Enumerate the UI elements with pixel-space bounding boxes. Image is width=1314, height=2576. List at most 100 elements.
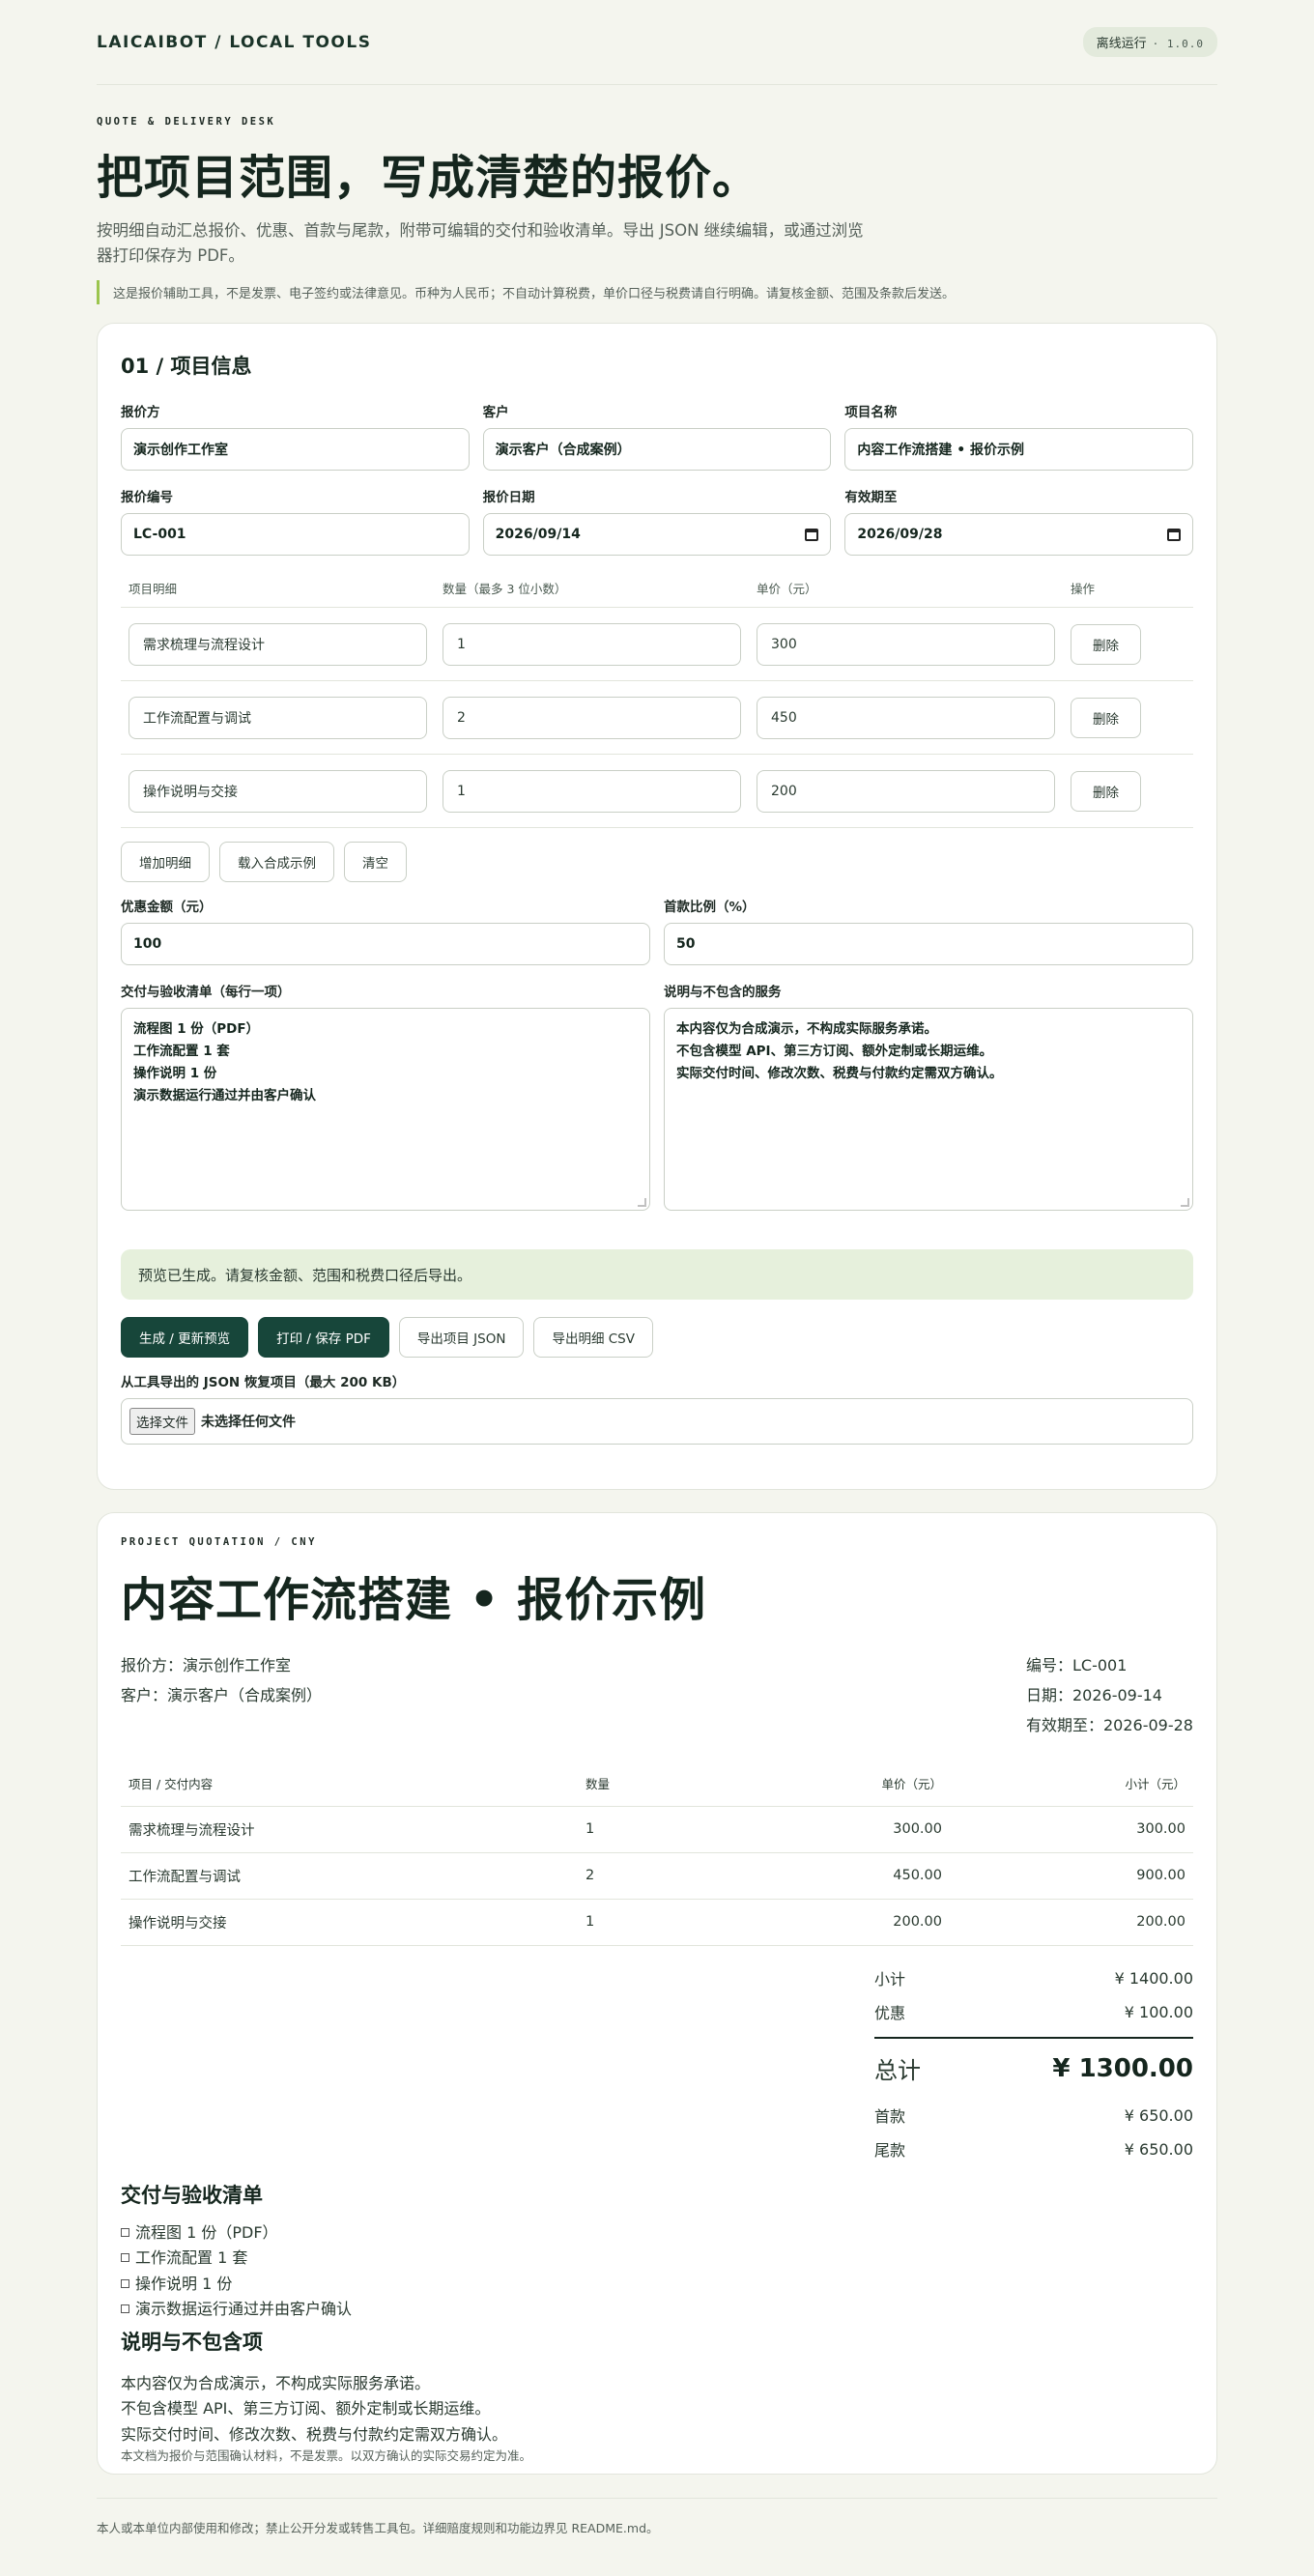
valid-value: 2026/09/28: [857, 527, 943, 542]
footer: 本人或本单位内部使用和修改；禁止公开分发或转售工具包。详细赔度规则和功能边界见 …: [97, 2498, 1217, 2536]
export-json-button[interactable]: 导出项目 JSON: [398, 1317, 525, 1358]
cell-price: 450.00: [771, 1852, 950, 1900]
add-item-button[interactable]: 增加明细: [121, 842, 210, 882]
project-input[interactable]: 内容工作流搭建 • 报价示例: [844, 428, 1193, 471]
list-item-text: 演示数据运行通过并由客户确认: [135, 2300, 353, 2318]
th-sub: 小计（元）: [950, 1761, 1193, 1807]
valid-input[interactable]: 2026/09/28: [844, 513, 1193, 556]
item-name-input[interactable]: 操作说明与交接: [129, 769, 427, 813]
clear-button[interactable]: 清空: [344, 842, 407, 882]
table-row: 需求梳理与流程设计 1 300.00 300.00: [121, 1806, 1193, 1853]
status-message: 预览已生成。请复核金额、范围和税费口径后导出。: [121, 1249, 1193, 1300]
discount-line: 优惠 ¥ 100.00: [874, 1995, 1193, 2029]
preview-date: 日期：2026-09-14: [1026, 1686, 1162, 1704]
checkbox-icon: [121, 2304, 129, 2313]
cell-qty: 1: [578, 1806, 771, 1853]
date-value: 2026/09/14: [495, 527, 581, 542]
deliverable-line: 工作流配置 1 套: [133, 1044, 230, 1059]
exclusions-textarea[interactable]: 本内容仅为合成演示，不构成实际服务承诺。 不包含模型 API、第三方订阅、额外定…: [664, 1008, 1193, 1211]
project-value: 内容工作流搭建 • 报价示例: [857, 443, 1025, 458]
item-row: 操作说明与交接 1 200 删除: [121, 755, 1193, 828]
client-label: 客户: [482, 405, 509, 420]
page-title: 把项目范围，写成清楚的报价。: [97, 151, 760, 205]
totals-block: 小计 ¥ 1400.00 优惠 ¥ 100.00 总计 ¥ 1300.00 首款 ¥ 6…: [874, 1961, 1193, 2166]
cell-qty: 1: [578, 1899, 771, 1946]
deliverable-line: 流程图 1 份（PDF）: [133, 1021, 260, 1037]
deliverables-textarea[interactable]: 流程图 1 份（PDF） 工作流配置 1 套 操作说明 1 份 演示数据运行通过…: [121, 1008, 650, 1211]
item-name-input[interactable]: 需求梳理与流程设计: [129, 622, 427, 666]
subtotal-label: 小计: [874, 1970, 906, 1989]
deliverable-line: 演示数据运行通过并由客户确认: [133, 1088, 316, 1103]
generate-preview-button[interactable]: 生成 / 更新预览: [121, 1317, 249, 1358]
item-price-input[interactable]: 200: [757, 769, 1055, 813]
note-line: 不包含模型 API、第三方订阅、额外定制或长期运维。: [121, 2399, 491, 2418]
quoter-input[interactable]: 演示创作工作室: [121, 428, 470, 471]
discount-field: 优惠金额（元） 100: [121, 896, 650, 965]
calendar-icon[interactable]: [1166, 528, 1181, 541]
valid-label: 有效期至: [844, 490, 898, 505]
hero-eyebrow: QUOTE & DELIVERY DESK: [97, 116, 276, 128]
form-section-title: 01 / 项目信息: [121, 355, 252, 378]
number-field: 报价编号 LC-001: [121, 486, 470, 556]
deliverable-line: 操作说明 1 份: [133, 1066, 217, 1081]
item-price-input[interactable]: 300: [757, 622, 1055, 666]
discount-input[interactable]: 100: [121, 923, 650, 965]
deliver-title: 交付与验收清单: [121, 2183, 263, 2207]
quoter-value: 演示创作工作室: [133, 443, 228, 458]
notes-block: 本内容仅为合成演示，不构成实际服务承诺。 不包含模型 API、第三方订阅、额外定…: [121, 2371, 1193, 2448]
status-badge: 离线运行 · 1.0.0: [1082, 27, 1217, 57]
preview-eyebrow: PROJECT QUOTATION / CNY: [121, 1536, 317, 1548]
print-pdf-button[interactable]: 打印 / 保存 PDF: [258, 1317, 389, 1358]
total-line: 总计 ¥ 1300.00: [874, 2036, 1193, 2099]
checkbox-icon: [121, 2278, 129, 2288]
item-price-input[interactable]: 450: [757, 696, 1055, 739]
total-value: ¥ 1300.00: [1052, 2053, 1193, 2083]
number-input[interactable]: LC-001: [121, 513, 470, 556]
col-op: 操作: [1071, 582, 1096, 596]
load-sample-button[interactable]: 载入合成示例: [219, 842, 334, 882]
preview-title: 内容工作流搭建 • 报价示例: [121, 1573, 707, 1627]
item-qty-input[interactable]: 1: [443, 769, 741, 813]
list-item: 操作说明 1 份: [121, 2272, 1193, 2298]
items-table-header: 项目明细 数量（最多 3 位小数） 单价（元） 操作: [121, 569, 1193, 608]
resize-grip-icon[interactable]: [1181, 1198, 1189, 1207]
project-label: 项目名称: [844, 405, 898, 420]
client-input[interactable]: 演示客户（合成案例）: [482, 428, 832, 471]
cell-item: 工作流配置与调试: [121, 1852, 578, 1900]
deliver-checklist: 流程图 1 份（PDF） 工作流配置 1 套 操作说明 1 份 演示数据运行通过…: [121, 2220, 1193, 2323]
exclusion-line: 本内容仅为合成演示，不构成实际服务承诺。: [676, 1021, 937, 1037]
item-name-input[interactable]: 工作流配置与调试: [129, 696, 427, 739]
item-row: 工作流配置与调试 2 450 删除: [121, 681, 1193, 755]
delete-item-button[interactable]: 删除: [1071, 697, 1141, 738]
deposit-value: 50: [676, 936, 696, 952]
date-input[interactable]: 2026/09/14: [482, 513, 832, 556]
discount-label: 优惠金额（元）: [121, 900, 213, 915]
calendar-icon[interactable]: [805, 528, 819, 541]
status-text: 离线运行: [1096, 37, 1147, 51]
quoter-field: 报价方 演示创作工作室: [121, 401, 470, 471]
file-input[interactable]: 选择文件 未选择任何文件: [121, 1398, 1193, 1445]
delete-item-button[interactable]: 删除: [1071, 770, 1141, 812]
resize-grip-icon[interactable]: [638, 1198, 646, 1207]
deposit-input[interactable]: 50: [664, 923, 1193, 965]
preview-table: 项目 / 交付内容 数量 单价（元） 小计（元） 需求梳理与流程设计 1 300…: [121, 1761, 1193, 1946]
item-qty-input[interactable]: 2: [443, 696, 741, 739]
fine-print: 本文档为报价与范围确认材料，不是发票。以双方确认的实际交易约定为准。: [121, 2448, 532, 2463]
item-qty-input[interactable]: 1: [443, 622, 741, 666]
cell-price: 300.00: [771, 1806, 950, 1853]
discount-line-value: ¥ 100.00: [1124, 2002, 1193, 2021]
number-value: LC-001: [133, 527, 186, 542]
choose-file-button[interactable]: 选择文件: [129, 1408, 195, 1435]
list-item-text: 操作说明 1 份: [135, 2274, 233, 2293]
th-qty: 数量: [578, 1761, 771, 1807]
item-row: 需求梳理与流程设计 1 300 删除: [121, 608, 1193, 681]
version-text: · 1.0.0: [1152, 38, 1204, 50]
export-csv-button[interactable]: 导出明细 CSV: [533, 1317, 653, 1358]
date-field: 报价日期 2026/09/14: [482, 486, 832, 556]
deposit-field: 首款比例（%） 50: [664, 896, 1193, 965]
col-item-name: 项目明细: [129, 582, 178, 596]
discount-value: 100: [133, 936, 162, 952]
delete-item-button[interactable]: 删除: [1071, 623, 1141, 665]
balance-label: 尾款: [874, 2141, 906, 2160]
list-item: 演示数据运行通过并由客户确认: [121, 2297, 1193, 2323]
